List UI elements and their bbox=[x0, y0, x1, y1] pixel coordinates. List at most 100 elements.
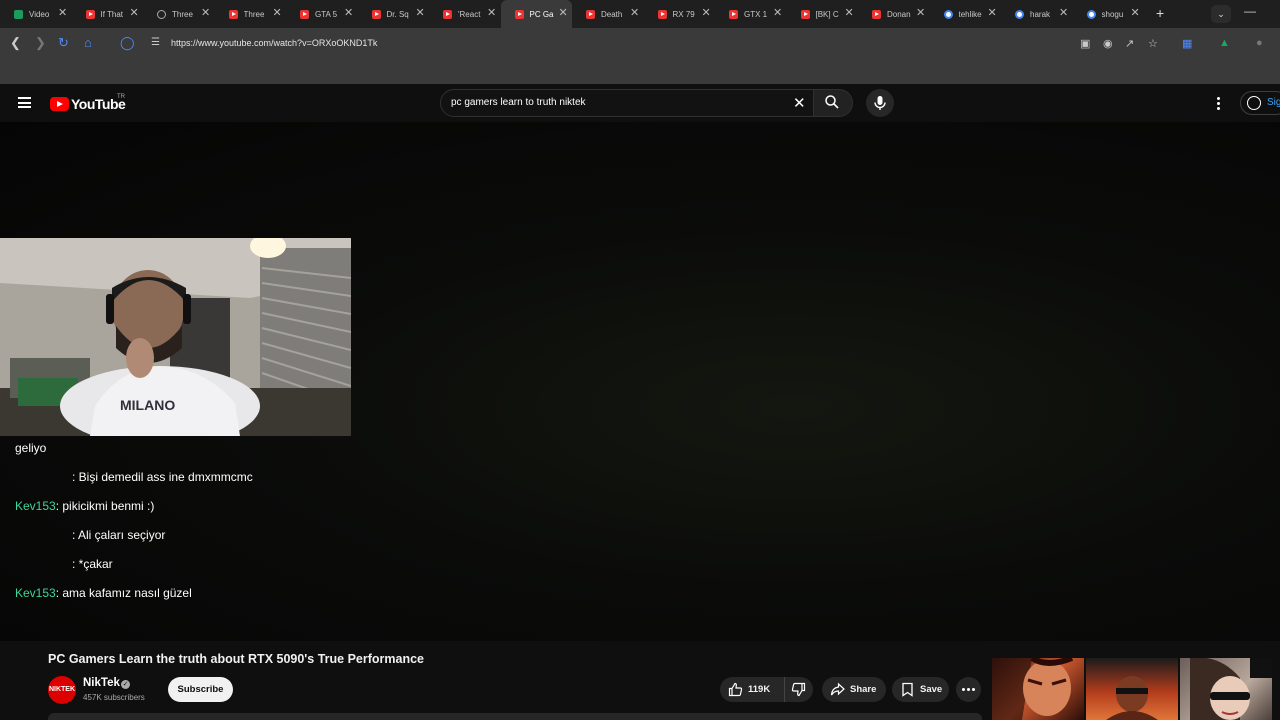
clear-search-icon[interactable]: ✕ bbox=[793, 94, 806, 112]
reload-icon[interactable]: ↻ bbox=[58, 36, 69, 50]
recommended-thumbnail[interactable] bbox=[1086, 658, 1178, 720]
chat-username: Kev153 bbox=[15, 499, 56, 513]
back-button[interactable]: ❮ bbox=[10, 36, 21, 50]
favorite-icon[interactable]: ☆ bbox=[1148, 37, 1158, 50]
close-tab-icon[interactable]: ✕ bbox=[273, 8, 282, 19]
dislike-button[interactable] bbox=[784, 677, 813, 702]
tab-title: shogu bbox=[1101, 9, 1124, 19]
copilot-icon[interactable]: ◯ bbox=[120, 36, 135, 50]
subscribe-button[interactable]: Subscribe bbox=[168, 677, 233, 702]
chat-text: : Bişi demedil ass ine dmxmmcmc bbox=[72, 470, 253, 484]
youtube-icon bbox=[85, 9, 95, 19]
youtube-logo[interactable]: YouTube bbox=[50, 96, 126, 112]
minimize-button[interactable]: — bbox=[1244, 4, 1256, 18]
video-title: PC Gamers Learn the truth about RTX 5090… bbox=[48, 652, 425, 666]
close-tab-icon[interactable]: ✕ bbox=[630, 8, 639, 19]
description-box[interactable] bbox=[48, 713, 982, 720]
close-tab-icon[interactable]: ✕ bbox=[916, 8, 925, 19]
close-tab-icon[interactable]: ✕ bbox=[988, 8, 997, 19]
webcam-image: MILANO bbox=[0, 238, 351, 436]
tab-search-button[interactable]: ⌄ bbox=[1211, 5, 1231, 23]
bookmark-icon bbox=[902, 682, 913, 697]
recommended-thumbnail[interactable] bbox=[1180, 658, 1272, 720]
sign-in-button[interactable]: Sig bbox=[1240, 91, 1280, 115]
chat-message: : *çakar bbox=[72, 557, 113, 571]
tab-title: [BK] C bbox=[815, 9, 839, 19]
browser-tab[interactable]: tehlike ✕ bbox=[930, 0, 1002, 28]
thumbs-up-icon bbox=[728, 682, 743, 697]
home-icon[interactable]: ⌂ bbox=[84, 36, 92, 50]
browser-tab[interactable]: If That ✕ bbox=[72, 0, 144, 28]
tab-title: tehlike bbox=[958, 9, 982, 19]
browser-tab[interactable]: Video ✕ bbox=[0, 0, 72, 28]
google-icon bbox=[1086, 9, 1096, 19]
browser-tab[interactable]: Donan ✕ bbox=[858, 0, 930, 28]
youtube-icon bbox=[729, 9, 738, 19]
close-tab-icon[interactable]: ✕ bbox=[845, 8, 854, 19]
channel-name[interactable]: NikTek bbox=[83, 677, 120, 689]
tab-title: 'React bbox=[458, 9, 481, 19]
chat-text: : ama kafamız nasıl güzel bbox=[55, 586, 192, 600]
search-icon bbox=[825, 95, 839, 109]
extensions-icon[interactable]: ▦ bbox=[1182, 37, 1192, 50]
voice-search-button[interactable] bbox=[866, 89, 894, 117]
close-tab-icon[interactable]: ✕ bbox=[559, 8, 568, 19]
tiktok-icon bbox=[157, 9, 166, 19]
browser-tab[interactable]: Dr. Sq ✕ bbox=[358, 0, 430, 28]
thumbs-down-icon bbox=[791, 682, 806, 697]
settings-menu-icon[interactable] bbox=[1217, 97, 1221, 112]
webcam-overlay: MILANO bbox=[0, 238, 351, 436]
upload-icon bbox=[14, 9, 23, 19]
close-tab-icon[interactable]: ✕ bbox=[702, 8, 711, 19]
youtube-icon bbox=[872, 9, 881, 19]
recommended-thumbnail[interactable] bbox=[992, 658, 1084, 720]
share-button[interactable]: Share bbox=[822, 677, 886, 702]
youtube-play-icon bbox=[50, 97, 69, 111]
close-tab-icon[interactable]: ✕ bbox=[1059, 8, 1068, 19]
more-actions-button[interactable] bbox=[956, 677, 981, 702]
browser-tab[interactable]: [BK] C ✕ bbox=[787, 0, 859, 28]
close-tab-icon[interactable]: ✕ bbox=[58, 8, 67, 19]
browser-tab[interactable]: GTA 5 ✕ bbox=[286, 0, 358, 28]
address-bar[interactable]: https://www.youtube.com/watch?v=ORXoOKND… bbox=[171, 38, 377, 48]
browser-tab[interactable]: shogu ✕ bbox=[1073, 0, 1145, 28]
browser-tab[interactable]: Death ✕ bbox=[572, 0, 644, 28]
save-button[interactable]: Save bbox=[892, 677, 949, 702]
share-page-icon[interactable]: ↗ bbox=[1125, 37, 1134, 50]
tracking-prevention-icon[interactable]: ◉ bbox=[1103, 37, 1113, 50]
guide-menu-icon[interactable] bbox=[18, 97, 31, 108]
browser-tab[interactable]: PC Ga ✕ bbox=[500, 0, 572, 28]
close-tab-icon[interactable]: ✕ bbox=[487, 8, 496, 19]
forward-button[interactable]: ❯ bbox=[35, 36, 46, 50]
close-tab-icon[interactable]: ✕ bbox=[201, 8, 210, 19]
like-button[interactable]: 119K bbox=[720, 677, 784, 702]
close-tab-icon[interactable]: ✕ bbox=[344, 8, 353, 19]
chat-message: Kev153: ama kafamız nasıl güzel bbox=[15, 586, 192, 600]
close-tab-icon[interactable]: ✕ bbox=[416, 8, 425, 19]
close-tab-icon[interactable]: ✕ bbox=[130, 8, 139, 19]
tab-title: GTA 5 bbox=[315, 9, 338, 19]
close-tab-icon[interactable]: ✕ bbox=[1131, 8, 1140, 19]
search-query-text[interactable]: pc gamers learn to truth niktek bbox=[451, 97, 586, 108]
browser-tab[interactable]: RX 79 ✕ bbox=[644, 0, 716, 28]
install-app-icon[interactable]: ▣ bbox=[1080, 37, 1090, 50]
google-icon bbox=[1015, 9, 1024, 19]
region-code: TR bbox=[117, 94, 125, 100]
browser-tab[interactable]: harak ✕ bbox=[1001, 0, 1073, 28]
site-info-icon[interactable]: ☰ bbox=[151, 36, 160, 50]
browser-tab[interactable]: Three ✕ bbox=[215, 0, 287, 28]
youtube-icon bbox=[228, 9, 238, 19]
close-tab-icon[interactable]: ✕ bbox=[773, 8, 782, 19]
chat-username: Kev153 bbox=[15, 586, 56, 600]
labs-icon[interactable]: ▲ bbox=[1219, 37, 1230, 49]
new-tab-button[interactable]: + bbox=[1156, 5, 1164, 21]
channel-avatar[interactable]: NIKTEK bbox=[48, 676, 76, 704]
tab-title: Video bbox=[29, 9, 50, 19]
like-count: 119K bbox=[748, 684, 771, 695]
chat-message: : Ali çaları seçiyor bbox=[72, 528, 165, 542]
profile-icon[interactable]: ● bbox=[1256, 37, 1263, 49]
browser-tab[interactable]: GTX 1 ✕ bbox=[715, 0, 787, 28]
browser-tab[interactable]: 'React ✕ bbox=[429, 0, 501, 28]
browser-tab[interactable]: Three ✕ bbox=[143, 0, 215, 28]
youtube-icon bbox=[443, 9, 452, 19]
